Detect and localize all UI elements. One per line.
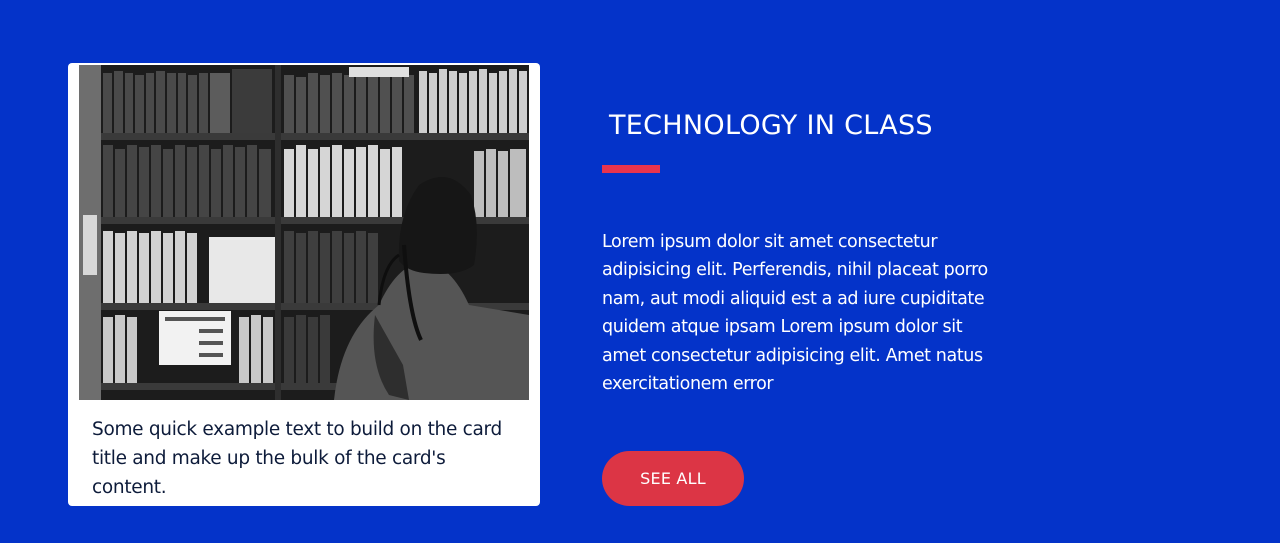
- card-text: Some quick example text to build on the …: [92, 419, 502, 498]
- title-accent-bar: [602, 165, 660, 173]
- section-title: TECHNOLOGY IN CLASS: [609, 110, 933, 141]
- section-body-text: Lorem ipsum dolor sit amet consectetur a…: [602, 232, 988, 395]
- feature-section: Some quick example text to build on the …: [0, 0, 1280, 543]
- card-image: [79, 65, 529, 400]
- feature-card: Some quick example text to build on the …: [68, 63, 540, 506]
- see-all-button[interactable]: SEE ALL: [602, 451, 744, 506]
